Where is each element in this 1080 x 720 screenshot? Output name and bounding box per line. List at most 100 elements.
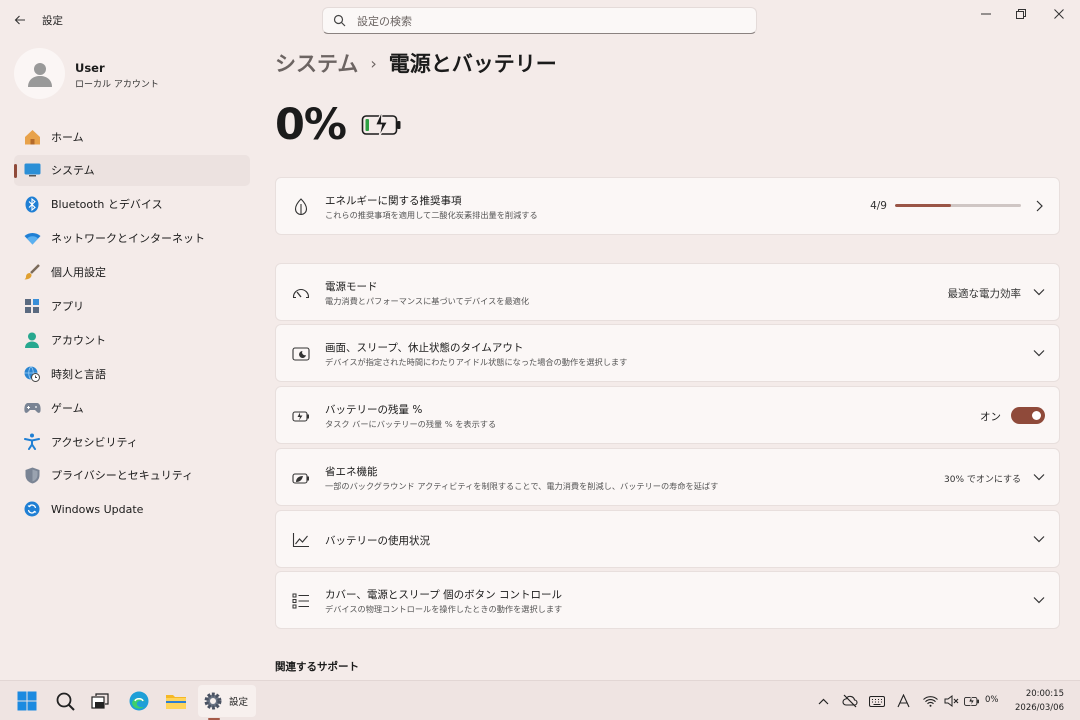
card-subtitle: 電力消費とパフォーマンスに基づいてデバイスを最適化 (325, 296, 530, 306)
battery-usage-card[interactable]: バッテリーの使用状況 (275, 510, 1060, 568)
back-arrow-icon (14, 15, 25, 25)
start-button[interactable] (11, 685, 43, 717)
wifi-icon (922, 695, 938, 707)
sidebar-item-accounts[interactable]: アカウント (14, 324, 250, 355)
chart-line-icon (291, 530, 311, 550)
battery-percentage-toggle[interactable] (1011, 407, 1045, 424)
update-icon (23, 500, 41, 518)
leaf-icon (291, 197, 311, 217)
edge-button[interactable] (123, 685, 155, 717)
search-icon (333, 14, 346, 27)
sidebar-item-gaming[interactable]: ゲーム (14, 392, 250, 423)
user-profile[interactable]: User ローカル アカウント (14, 48, 244, 100)
task-view-button[interactable] (84, 685, 116, 717)
taskbar-settings-app[interactable]: 設定 (198, 685, 256, 717)
energy-recommendations-card[interactable]: エネルギーに関する推奨事項 これらの推奨事項を適用して二酸化炭素排出量を削減する… (275, 177, 1060, 235)
taskbar: 設定 0% 20:00:15 2026/03/06 (0, 680, 1080, 720)
tray-sync-off[interactable] (842, 693, 858, 709)
close-button[interactable] (1042, 0, 1076, 28)
keyboard-icon (869, 695, 885, 707)
title-bar: 設定 (0, 0, 1080, 40)
sidebar-item-label: プライバシーとセキュリティ (51, 469, 194, 483)
close-icon (1054, 9, 1064, 19)
minimize-button[interactable] (969, 0, 1003, 28)
chevron-down-icon[interactable] (1033, 533, 1045, 545)
card-subtitle: デバイスの物理コントロールを操作したときの動作を選択します (325, 604, 563, 614)
restore-icon (1016, 9, 1026, 19)
tray-battery[interactable] (964, 693, 980, 709)
sidebar-item-home[interactable]: ホーム (14, 121, 250, 152)
taskbar-clock[interactable]: 20:00:15 2026/03/06 (1015, 687, 1064, 715)
energy-saver-icon (291, 468, 311, 488)
search-icon (56, 692, 75, 711)
power-mode-card[interactable]: 電源モード 電力消費とパフォーマンスに基づいてデバイスを最適化 最適な電力効率 (275, 263, 1060, 321)
sidebar-item-system[interactable]: システム (14, 154, 250, 186)
card-title: 省エネ機能 (325, 466, 378, 478)
home-icon (23, 128, 41, 146)
show-hidden-icons-button[interactable] (815, 693, 831, 709)
card-title: バッテリーの使用状況 (325, 535, 430, 547)
chevron-down-icon[interactable] (1033, 347, 1045, 359)
sidebar-item-accessibility[interactable]: アクセシビリティ (14, 426, 250, 457)
input-method-icon (897, 694, 909, 708)
chevron-down-icon[interactable] (1033, 471, 1045, 483)
card-subtitle: デバイスが指定された時間にわたりアイドル状態になった場合の動作を選択します (325, 357, 628, 367)
settings-window: 設定 User ローカル アカウント ホーム (0, 0, 1080, 680)
lid-power-buttons-card[interactable]: カバー、電源とスリープ 個のボタン コントロール デバイスの物理コントロールを操… (275, 571, 1060, 629)
sidebar-item-windows-update[interactable]: Windows Update (14, 494, 250, 525)
search-input[interactable] (357, 12, 747, 30)
sidebar-item-label: ゲーム (51, 401, 84, 415)
energy-saver-card[interactable]: 省エネ機能 一部のバックグラウンド アクティビティを制限することで、電力消費を削… (275, 448, 1060, 506)
tray-ime[interactable] (895, 693, 911, 709)
sidebar-nav: ホーム システム Bluetooth とデバイス ネットワークとインターネット … (14, 121, 250, 528)
sidebar-item-time-language[interactable]: 時刻と言語 (14, 358, 250, 389)
power-mode-dropdown[interactable]: 最適な電力効率 (948, 286, 1022, 301)
energy-saver-value: 30% でオンにする (944, 475, 1021, 485)
tray-battery-percent: 0% (985, 695, 999, 705)
tray-volume[interactable] (943, 693, 959, 709)
system-icon (23, 161, 41, 179)
sidebar-item-personalization[interactable]: 個人用設定 (14, 257, 250, 288)
sidebar-item-apps[interactable]: アプリ (14, 290, 250, 321)
tray-keyboard[interactable] (869, 693, 885, 709)
breadcrumb-parent[interactable]: システム (275, 48, 358, 78)
network-icon (23, 229, 41, 247)
card-title: カバー、電源とスリープ 個のボタン コントロール (325, 589, 562, 601)
battery-charging-icon (361, 110, 401, 138)
search-box[interactable] (322, 7, 757, 34)
apps-icon (23, 297, 41, 315)
battery-percentage-card: バッテリーの残量 % タスク バーにバッテリーの残量 % を表示する オン (275, 386, 1060, 444)
sidebar-item-label: ネットワークとインターネット (51, 232, 205, 246)
page-title: 電源とバッテリー (388, 52, 557, 76)
toggle-state-label: オン (980, 411, 1001, 423)
chevron-down-icon[interactable] (1033, 594, 1045, 606)
back-button[interactable] (8, 8, 32, 32)
gauge-icon (291, 283, 311, 303)
breadcrumb: システム › 電源とバッテリー (275, 48, 557, 78)
screen-sleep-timeout-card[interactable]: 画面、スリープ、休止状態のタイムアウト デバイスが指定された時間にわたりアイドル… (275, 324, 1060, 382)
clock-date: 2026/03/06 (1015, 703, 1064, 713)
gamepad-icon (23, 399, 41, 417)
file-explorer-button[interactable] (160, 685, 192, 717)
maximize-button[interactable] (1004, 0, 1038, 28)
tray-network[interactable] (922, 693, 938, 709)
sidebar-item-label: アカウント (51, 333, 106, 347)
sidebar-item-label: 個人用設定 (51, 266, 106, 280)
sidebar-item-bluetooth[interactable]: Bluetooth とデバイス (14, 189, 250, 220)
sidebar-item-privacy-security[interactable]: プライバシーとセキュリティ (14, 460, 250, 491)
minimize-icon (981, 13, 991, 15)
recommendations-progress-bar (895, 204, 1021, 207)
cloud-off-icon (842, 694, 858, 708)
breadcrumb-separator: › (370, 53, 377, 73)
card-title: 電源モード (325, 281, 378, 293)
taskbar-settings-label: 設定 (229, 697, 249, 708)
settings-gear-icon (204, 692, 222, 710)
globe-clock-icon (23, 365, 41, 383)
sidebar-item-label: Windows Update (51, 502, 144, 516)
taskbar-search-button[interactable] (49, 685, 81, 717)
chevron-down-icon[interactable] (1033, 286, 1045, 298)
sidebar-item-label: アクセシビリティ (51, 435, 138, 449)
sidebar-item-network[interactable]: ネットワークとインターネット (14, 223, 250, 254)
list-settings-icon (291, 591, 311, 611)
screen-sleep-icon (291, 344, 311, 364)
